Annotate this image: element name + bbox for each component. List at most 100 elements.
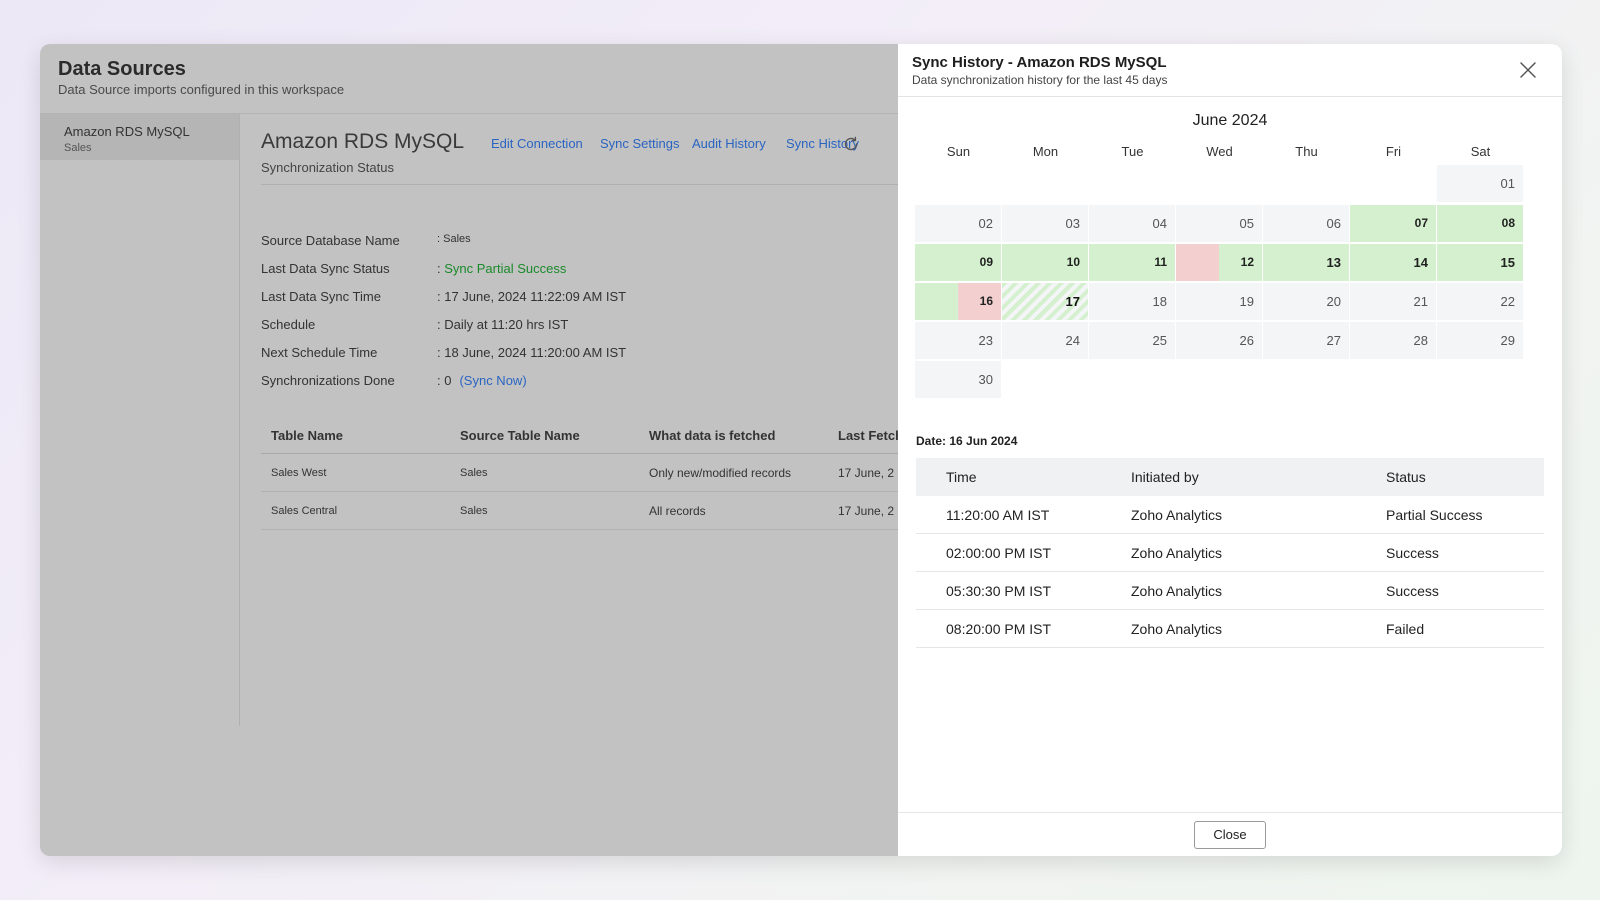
calendar-day[interactable]: 07	[1350, 205, 1436, 242]
calendar-day[interactable]: 25	[1089, 322, 1175, 359]
table-cell: Sales West	[271, 467, 327, 479]
info-value: : 18 June, 2024 11:20:00 AM IST	[437, 345, 627, 360]
info-label: Last Data Sync Time	[261, 289, 381, 304]
calendar-day[interactable]: 09	[915, 244, 1001, 281]
column-header: Time	[946, 469, 977, 485]
calendar-day-number: 22	[1500, 294, 1515, 309]
calendar-weekday: Mon	[1032, 144, 1059, 159]
info-value: : Sales	[437, 233, 471, 245]
sync-history-panel: Sync History - Amazon RDS MySQL Data syn…	[898, 44, 1562, 856]
edit-connection-link[interactable]: Edit Connection	[491, 136, 583, 151]
info-value: : 0 (Sync Now)	[437, 373, 527, 388]
calendar-day-number: 17	[1065, 294, 1080, 309]
info-label: Next Schedule Time	[261, 345, 378, 360]
calendar-day[interactable]: 04	[1089, 205, 1175, 242]
calendar-weekday: Fri	[1385, 144, 1402, 159]
selected-date-label: Date: 16 Jun 2024	[916, 434, 1018, 448]
refresh-icon[interactable]	[842, 135, 860, 153]
calendar-day[interactable]: 28	[1350, 322, 1436, 359]
calendar-day-number: 21	[1413, 294, 1428, 309]
info-label: Synchronizations Done	[261, 373, 395, 388]
history-status: Failed	[1386, 621, 1425, 637]
history-time: 02:00:00 PM IST	[946, 545, 1052, 561]
calendar-weekday: Wed	[1206, 144, 1233, 159]
calendar-day-selected[interactable]: 16	[915, 283, 1001, 320]
history-initiator: Zoho Analytics	[1131, 545, 1223, 561]
table-cell: Sales	[460, 505, 488, 517]
calendar-day-number: 26	[1239, 333, 1254, 348]
calendar-day[interactable]: 21	[1350, 283, 1436, 320]
calendar-day-number: 08	[1501, 216, 1515, 230]
column-header: Source Table Name	[460, 428, 580, 443]
calendar-day[interactable]: 22	[1437, 283, 1523, 320]
divider	[898, 812, 1562, 813]
calendar-day[interactable]: 20	[1263, 283, 1349, 320]
history-time: 05:30:30 PM IST	[946, 583, 1052, 599]
history-row: 11:20:00 AM IST Zoho Analytics Partial S…	[916, 496, 1544, 534]
calendar-day[interactable]: 06	[1263, 205, 1349, 242]
calendar-day-today[interactable]: 17	[1002, 283, 1088, 320]
info-last-sync-status: Last Data Sync Status : Sync Partial Suc…	[261, 261, 898, 281]
column-header: What data is fetched	[649, 428, 776, 443]
calendar-day[interactable]: 18	[1089, 283, 1175, 320]
column-header: Initiated by	[1131, 469, 1199, 485]
table-cell: 17 June, 2	[838, 504, 895, 518]
main-content: Amazon RDS MySQL Edit Connection Sync Se…	[240, 114, 898, 856]
table-cell: Sales Central	[271, 505, 338, 517]
history-initiator: Zoho Analytics	[1131, 621, 1223, 637]
sync-settings-link[interactable]: Sync Settings	[600, 136, 680, 151]
sidebar: Amazon RDS MySQL Sales	[40, 114, 240, 726]
data-source-title: Amazon RDS MySQL	[261, 130, 465, 153]
calendar-day-number: 15	[1500, 255, 1515, 270]
calendar-day-number: 16	[979, 294, 993, 308]
calendar-day[interactable]: 26	[1176, 322, 1262, 359]
table-cell: 17 June, 2	[838, 466, 895, 480]
audit-history-link[interactable]: Audit History	[692, 136, 766, 151]
table-row[interactable]: Sales Central Sales All records 17 June,…	[261, 492, 898, 530]
calendar-day[interactable]: 15	[1437, 244, 1523, 281]
calendar-day[interactable]: 13	[1263, 244, 1349, 281]
calendar-day[interactable]: 30	[915, 361, 1001, 398]
table-row[interactable]: Sales West Sales Only new/modified recor…	[261, 454, 898, 492]
calendar-day-number: 25	[1152, 333, 1167, 348]
calendar-day[interactable]: 23	[915, 322, 1001, 359]
calendar-day[interactable]: 08	[1437, 205, 1523, 242]
table-cell: Sales	[460, 467, 488, 479]
page-header: Data Sources Data Source imports configu…	[40, 44, 898, 114]
calendar-day-number: 03	[1065, 216, 1080, 231]
calendar-day[interactable]: 12	[1176, 244, 1262, 281]
history-initiator: Zoho Analytics	[1131, 583, 1223, 599]
calendar-day-number: 10	[1066, 255, 1080, 269]
calendar-day-number: 13	[1326, 255, 1341, 270]
close-button[interactable]: Close	[1194, 821, 1266, 849]
sidebar-item-amazon-rds-mysql[interactable]: Amazon RDS MySQL Sales	[40, 114, 239, 160]
info-value: : 17 June, 2024 11:22:09 AM IST	[437, 289, 627, 304]
calendar-day-number: 04	[1152, 216, 1167, 231]
close-icon[interactable]	[1518, 60, 1538, 80]
info-source-database: Source Database Name : Sales	[261, 233, 898, 253]
column-header: Table Name	[271, 428, 344, 443]
calendar-day-number: 27	[1326, 333, 1341, 348]
calendar-day-number: 20	[1326, 294, 1341, 309]
calendar-weekday: Sat	[1470, 144, 1491, 159]
sidebar-item-label: Amazon RDS MySQL	[64, 124, 190, 139]
calendar-day[interactable]: 24	[1002, 322, 1088, 359]
calendar-day-number: 02	[978, 216, 993, 231]
info-label: Source Database Name	[261, 233, 400, 248]
failed-sync-marker	[1176, 244, 1219, 281]
calendar-day[interactable]: 10	[1002, 244, 1088, 281]
calendar-day[interactable]: 19	[1176, 283, 1262, 320]
divider	[261, 184, 898, 185]
calendar-day[interactable]: 14	[1350, 244, 1436, 281]
history-status: Partial Success	[1386, 507, 1483, 523]
calendar-day[interactable]: 05	[1176, 205, 1262, 242]
history-time: 11:20:00 AM IST	[946, 507, 1050, 523]
sync-now-link[interactable]: (Sync Now)	[459, 373, 526, 388]
calendar-day[interactable]: 11	[1089, 244, 1175, 281]
calendar-day[interactable]: 29	[1437, 322, 1523, 359]
calendar-day[interactable]: 02	[915, 205, 1001, 242]
calendar-day[interactable]: 27	[1263, 322, 1349, 359]
calendar-day[interactable]: 03	[1002, 205, 1088, 242]
info-next-schedule: Next Schedule Time : 18 June, 2024 11:20…	[261, 345, 898, 365]
calendar-day[interactable]: 01	[1437, 165, 1523, 202]
